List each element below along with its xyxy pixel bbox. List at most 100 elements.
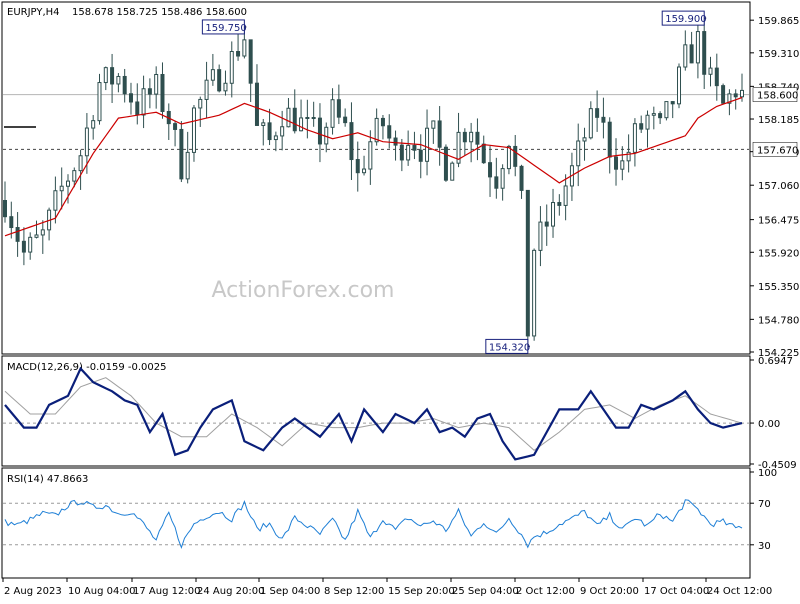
candle-body: [664, 101, 669, 119]
rsi-title: RSI(14) 47.8663: [7, 474, 88, 485]
candle-body: [21, 240, 26, 253]
candle-body: [229, 51, 234, 84]
candle-body: [179, 128, 184, 180]
candle-body: [336, 99, 341, 118]
candle-body: [475, 131, 480, 145]
candle-body: [254, 82, 259, 126]
candle-body: [103, 67, 108, 84]
candle-body: [242, 39, 247, 57]
rsi-layer: 100 70 30: [3, 468, 777, 552]
candle-body: [651, 113, 656, 116]
x-tick-label: 2 Oct 12:00: [516, 586, 575, 597]
candle-body: [91, 120, 96, 129]
price-y-tick-label: 159.865: [758, 16, 799, 27]
candle-body: [563, 185, 568, 206]
candle-body: [210, 69, 215, 81]
candle-body: [135, 101, 140, 116]
candle-body: [632, 123, 637, 153]
candle-body: [538, 221, 543, 251]
candle-body: [374, 117, 379, 143]
swing-label: 159.900: [665, 14, 706, 25]
candle-body: [683, 44, 688, 68]
candle-body: [639, 123, 644, 130]
x-axis: 2 Aug 2023 10 Aug 04:0017 Aug 12:0024 Aug…: [2, 578, 772, 597]
rsi-panel-frame: [1, 467, 751, 579]
x-tick-label: 25 Sep 04:00: [452, 586, 519, 597]
x-tick-label: 9 Oct 20:00: [580, 586, 639, 597]
level-price-label: 157.670: [757, 145, 798, 156]
rsi-line: [4, 499, 743, 549]
candle-body: [450, 162, 455, 181]
candle-body: [122, 75, 127, 95]
candle-body: [191, 107, 196, 153]
level-price-label: 158.600: [757, 91, 798, 102]
candle-body: [40, 229, 45, 236]
candle-body: [588, 108, 593, 139]
symbol-label: EURJPY,H4: [7, 7, 60, 18]
candle-body: [595, 108, 600, 118]
candle-body: [677, 66, 682, 105]
candle-body: [330, 99, 335, 128]
candle-body: [488, 162, 493, 178]
price-y-tick-label: 159.310: [758, 49, 799, 60]
candle-body: [658, 113, 663, 119]
x-tick-label: 1 Sep 04:00: [260, 586, 320, 597]
candle-body: [406, 144, 411, 161]
candle-body: [349, 122, 354, 161]
candle-body: [311, 117, 316, 120]
candle-body: [15, 227, 20, 242]
swing-label: 159.750: [205, 23, 246, 34]
candle-body: [519, 165, 524, 191]
candle-body: [494, 176, 499, 189]
candle-body: [128, 93, 133, 103]
candle-body: [695, 31, 700, 64]
price-y-tick-label: 155.350: [758, 282, 799, 293]
candle-body: [614, 156, 619, 170]
candle-body: [317, 117, 322, 145]
candle-body: [280, 126, 285, 137]
candle-body: [362, 168, 367, 174]
candle-body: [368, 141, 373, 170]
candle-body: [147, 88, 152, 95]
candle-body: [110, 67, 115, 85]
candle-body: [292, 107, 297, 132]
macd-signal-line: [4, 377, 743, 451]
candle-body: [532, 249, 537, 337]
candle-body: [355, 159, 360, 174]
candle-body: [689, 44, 694, 64]
candle-body: [204, 79, 209, 100]
candle-body: [418, 149, 423, 162]
candle-body: [425, 127, 430, 162]
candle-body: [576, 140, 581, 167]
candle-body: [714, 67, 719, 87]
candle-body: [59, 185, 64, 192]
candle-body: [261, 122, 266, 126]
chart-svg: ActionForex.com EURJPY,H4 158.678 158.72…: [1, 1, 799, 597]
candle-body: [544, 221, 549, 227]
candle-body: [173, 123, 178, 130]
candle-body: [506, 145, 511, 170]
candle-body: [601, 116, 606, 123]
candle-body: [733, 93, 738, 98]
candle-body: [708, 67, 713, 75]
candle-body: [462, 131, 467, 143]
candle-body: [267, 122, 272, 141]
price-y-tick-label: 155.920: [758, 248, 799, 259]
candle-body: [84, 127, 89, 157]
x-tick-label: 17 Oct 04:00: [644, 586, 709, 597]
candle-body: [97, 82, 102, 122]
x-tick-label: 24 Aug 20:00: [197, 586, 264, 597]
candle-body: [393, 137, 398, 146]
candle-body: [53, 190, 58, 211]
candle-body: [223, 82, 228, 92]
candle-body: [305, 117, 310, 120]
x-tick-label: 8 Sep 12:00: [324, 586, 384, 597]
rsi-y-tick-label: 100: [758, 468, 777, 479]
candle-body: [551, 202, 556, 227]
chart-area: ActionForex.com EURJPY,H4 158.678 158.72…: [0, 0, 800, 600]
candle-body: [185, 151, 190, 180]
candle-body: [343, 116, 348, 124]
candle-body: [702, 31, 707, 75]
x-tick-label: 24 Oct 12:00: [707, 586, 772, 597]
candle-body: [500, 168, 505, 189]
